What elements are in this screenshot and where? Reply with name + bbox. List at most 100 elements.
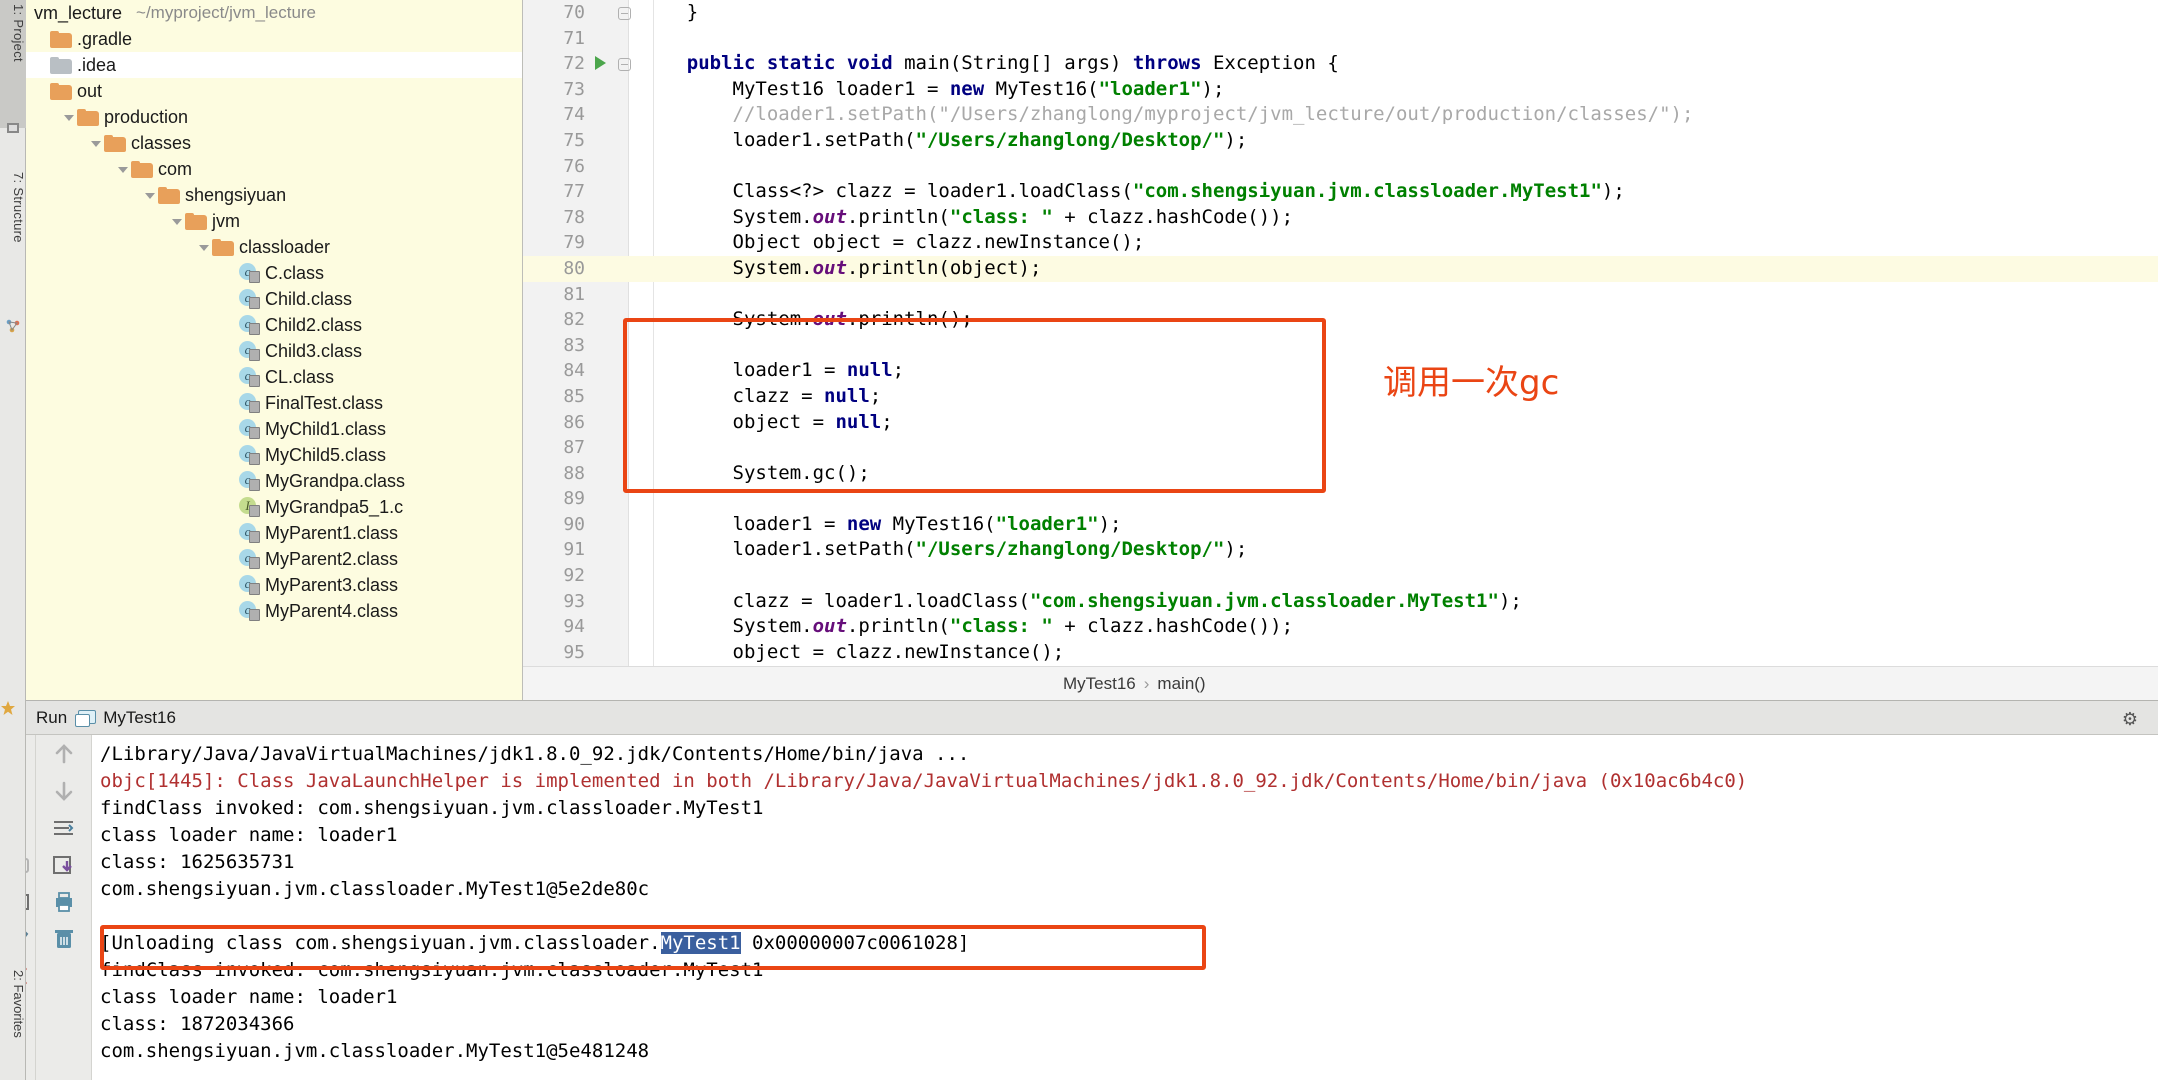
tree-item[interactable]: Child.class bbox=[26, 286, 522, 312]
tree-item[interactable]: out bbox=[26, 78, 522, 104]
code-line[interactable]: 75 loader1.setPath("/Users/zhanglong/Des… bbox=[523, 128, 2158, 154]
code-line[interactable]: 86 object = null; bbox=[523, 410, 2158, 436]
arrow-up-icon[interactable] bbox=[51, 741, 77, 767]
tree-item[interactable]: MyChild5.class bbox=[26, 442, 522, 468]
tree-item[interactable]: FinalTest.class bbox=[26, 390, 522, 416]
tree-item-label: .gradle bbox=[77, 28, 133, 49]
tree-item[interactable]: C.class bbox=[26, 260, 522, 286]
code-line[interactable]: 87 bbox=[523, 435, 2158, 461]
run-title: Run bbox=[36, 707, 68, 727]
console-output[interactable]: /Library/Java/JavaVirtualMachines/jdk1.8… bbox=[92, 735, 2158, 1080]
code-line[interactable]: 89 bbox=[523, 486, 2158, 512]
tool-tab-favorites[interactable]: 2: Favorites bbox=[0, 970, 26, 1080]
tool-tab-structure[interactable]: 7: Structure bbox=[0, 168, 26, 318]
tree-item[interactable]: MyParent2.class bbox=[26, 546, 522, 572]
tree-item[interactable]: Child2.class bbox=[26, 312, 522, 338]
tree-item[interactable]: classloader bbox=[26, 234, 522, 260]
console-line[interactable]: com.shengsiyuan.jvm.classloader.MyTest1@… bbox=[100, 876, 2158, 903]
code-line[interactable]: 72 public static void main(String[] args… bbox=[523, 51, 2158, 77]
chevron-down-icon[interactable] bbox=[115, 161, 131, 177]
chevron-down-icon[interactable] bbox=[88, 135, 104, 151]
breadcrumb-method[interactable]: main() bbox=[1157, 674, 1205, 694]
code-line[interactable]: 70 } bbox=[523, 0, 2158, 26]
code-line[interactable]: 85 clazz = null; bbox=[523, 384, 2158, 410]
code-line[interactable]: 71 bbox=[523, 26, 2158, 52]
tree-item[interactable]: MyParent1.class bbox=[26, 520, 522, 546]
breadcrumb-class[interactable]: MyTest16 bbox=[1063, 674, 1136, 694]
tree-item[interactable]: MyChild1.class bbox=[26, 416, 522, 442]
breadcrumb-separator-icon: › bbox=[1143, 673, 1150, 693]
code-text: clazz = null; bbox=[641, 384, 882, 407]
tree-item[interactable]: .gradle bbox=[26, 26, 522, 52]
code-line[interactable]: 88 System.gc(); bbox=[523, 461, 2158, 487]
tree-item[interactable]: MyParent3.class bbox=[26, 572, 522, 598]
tree-item[interactable]: jvm bbox=[26, 208, 522, 234]
trash-icon[interactable] bbox=[51, 926, 77, 952]
tree-item[interactable]: classes bbox=[26, 130, 522, 156]
console-line[interactable]: findClass invoked: com.shengsiyuan.jvm.c… bbox=[100, 795, 2158, 822]
code-line[interactable]: 94 System.out.println("class: " + clazz.… bbox=[523, 614, 2158, 640]
code-lines[interactable]: 70 } 71 72 public static void main(String[… bbox=[523, 0, 2158, 700]
arrow-down-icon[interactable] bbox=[51, 778, 77, 804]
code-text: loader1 = new MyTest16("loader1"); bbox=[641, 512, 1122, 535]
tree-root-row[interactable]: vm_lecture ~/myproject/jvm_lecture bbox=[26, 0, 522, 26]
console-line[interactable]: class loader name: loader1 bbox=[100, 984, 2158, 1011]
tree-item[interactable]: shengsiyuan bbox=[26, 182, 522, 208]
tree-item[interactable]: com bbox=[26, 156, 522, 182]
console-line[interactable]: /Library/Java/JavaVirtualMachines/jdk1.8… bbox=[100, 741, 2158, 768]
code-line[interactable]: 78 System.out.println("class: " + clazz.… bbox=[523, 205, 2158, 231]
code-editor[interactable]: 70 } 71 72 public static void main(String[… bbox=[523, 0, 2158, 700]
code-line[interactable]: 83 bbox=[523, 333, 2158, 359]
console-actions-bar bbox=[36, 735, 92, 1080]
console-line[interactable]: class: 1872034366 bbox=[100, 1011, 2158, 1038]
console-line[interactable]: class loader name: loader1 bbox=[100, 822, 2158, 849]
chevron-down-icon[interactable] bbox=[169, 213, 185, 229]
tree-item[interactable]: production bbox=[26, 104, 522, 130]
code-line[interactable]: 82 System.out.println(); bbox=[523, 307, 2158, 333]
chevron-down-icon[interactable] bbox=[196, 239, 212, 255]
tree-item[interactable]: CL.class bbox=[26, 364, 522, 390]
soft-wrap-icon[interactable] bbox=[51, 815, 77, 841]
project-tool-window[interactable]: vm_lecture ~/myproject/jvm_lecture .grad… bbox=[26, 0, 523, 700]
console-line[interactable]: class: 1625635731 bbox=[100, 849, 2158, 876]
run-configuration-name[interactable]: MyTest16 bbox=[103, 708, 176, 728]
console-line[interactable] bbox=[100, 903, 2158, 930]
print-icon[interactable] bbox=[51, 889, 77, 915]
code-line[interactable]: 84 loader1 = null; bbox=[523, 358, 2158, 384]
code-line[interactable]: 79 Object object = clazz.newInstance(); bbox=[523, 230, 2158, 256]
code-line[interactable]: 92 bbox=[523, 563, 2158, 589]
console-line[interactable]: [Unloading class com.shengsiyuan.jvm.cla… bbox=[100, 930, 2158, 957]
code-line[interactable]: 80 System.out.println(object); bbox=[523, 255, 2158, 282]
code-line[interactable]: 93 clazz = loader1.loadClass("com.shengs… bbox=[523, 589, 2158, 615]
tree-item[interactable]: MyGrandpa.class bbox=[26, 468, 522, 494]
chevron-down-icon[interactable] bbox=[61, 109, 77, 125]
code-line[interactable]: 73 MyTest16 loader1 = new MyTest16("load… bbox=[523, 77, 2158, 103]
class-file-icon bbox=[239, 549, 260, 569]
breadcrumb: MyTest16 › main() bbox=[523, 666, 2158, 700]
gear-icon[interactable]: ⚙ bbox=[2122, 709, 2138, 730]
code-line[interactable]: 74 //loader1.setPath("/Users/zhanglong/m… bbox=[523, 102, 2158, 128]
console-line[interactable]: findClass invoked: com.shengsiyuan.jvm.c… bbox=[100, 957, 2158, 984]
console-line[interactable]: com.shengsiyuan.jvm.classloader.MyTest1@… bbox=[100, 1038, 2158, 1065]
scroll-to-end-icon[interactable] bbox=[51, 852, 77, 878]
tree-item-label: shengsiyuan bbox=[185, 184, 287, 205]
tree-item-label: FinalTest.class bbox=[265, 392, 384, 413]
tree-item[interactable]: MyGrandpa5_1.c bbox=[26, 494, 522, 520]
fold-collapse-icon[interactable] bbox=[618, 58, 631, 72]
code-line[interactable]: 77 Class<?> clazz = loader1.loadClass("c… bbox=[523, 179, 2158, 205]
code-line[interactable]: 81 bbox=[523, 282, 2158, 308]
tool-tab-project[interactable]: 1: Project bbox=[0, 0, 26, 128]
chevron-down-icon[interactable] bbox=[142, 187, 158, 203]
code-line[interactable]: 90 loader1 = new MyTest16("loader1"); bbox=[523, 512, 2158, 538]
tree-item[interactable]: .idea bbox=[26, 52, 522, 78]
console-line[interactable]: objc[1445]: Class JavaLaunchHelper is im… bbox=[100, 768, 2158, 795]
fold-collapse-icon[interactable] bbox=[618, 7, 631, 20]
code-text: loader1 = null; bbox=[641, 359, 905, 382]
code-line[interactable]: 76 bbox=[523, 154, 2158, 180]
code-line[interactable]: 95 object = clazz.newInstance(); bbox=[523, 640, 2158, 666]
tree-item[interactable]: MyParent4.class bbox=[26, 598, 522, 624]
run-gutter-icon[interactable] bbox=[595, 56, 606, 71]
tree-item[interactable]: Child3.class bbox=[26, 338, 522, 364]
code-line[interactable]: 91 loader1.setPath("/Users/zhanglong/Des… bbox=[523, 537, 2158, 563]
